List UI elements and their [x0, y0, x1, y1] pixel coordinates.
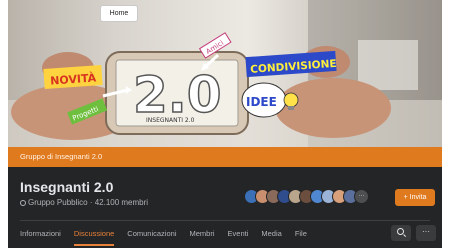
tab-discussione[interactable]: Discussione — [73, 222, 115, 246]
group-subtitle-text: Gruppo Pubblico · 42.100 membri — [28, 198, 149, 207]
tab-media[interactable]: Media — [261, 222, 281, 246]
home-button[interactable]: Home — [100, 5, 138, 22]
tab-comunicazioni[interactable]: Comunicazioni — [127, 222, 176, 246]
group-subtitle: Gruppo Pubblico · 42.100 membri — [20, 198, 148, 207]
big-20-text: 2.0 — [133, 66, 222, 124]
idee-label: IDEE — [246, 95, 277, 109]
tab-membri[interactable]: Membri — [190, 222, 215, 246]
tab-file[interactable]: File — [295, 222, 307, 246]
tab-eventi[interactable]: Eventi — [228, 222, 249, 246]
header-divider — [20, 220, 430, 221]
group-title: Insegnanti 2.0 — [20, 179, 114, 195]
group-tabs: Informazioni Discussione Comunicazioni M… — [20, 222, 320, 246]
tab-informazioni[interactable]: Informazioni — [20, 222, 61, 246]
group-page: 2.0 INSEGNANTI 2.0 NOVITÀ Progetti Amici… — [8, 0, 442, 248]
search-icon — [397, 228, 404, 235]
more-icon: ··· — [422, 227, 430, 236]
globe-icon — [20, 199, 26, 206]
invite-button[interactable]: + Invita — [395, 189, 435, 206]
screen-caption: INSEGNANTI 2.0 — [146, 117, 195, 124]
more-options-button[interactable]: ··· — [416, 225, 436, 241]
cover-illustration: 2.0 INSEGNANTI 2.0 NOVITÀ Progetti Amici… — [8, 0, 442, 147]
cover-photo: 2.0 INSEGNANTI 2.0 NOVITÀ Progetti Amici… — [8, 0, 442, 147]
more-members-avatar[interactable]: ··· — [354, 189, 369, 204]
search-button[interactable] — [391, 225, 411, 241]
group-name-bar[interactable]: Gruppo di Insegnanti 2.0 — [8, 147, 442, 167]
